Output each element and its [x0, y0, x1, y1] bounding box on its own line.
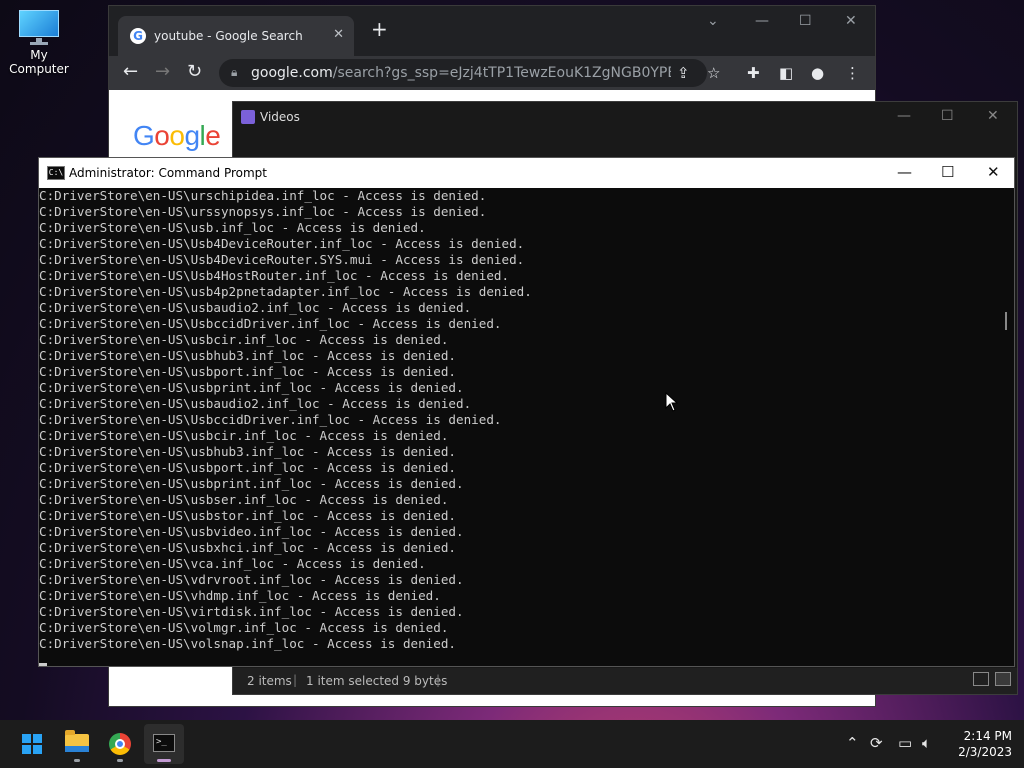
- console-line: C:DriverStore\en-US\usbcir.inf_loc - Acc…: [39, 332, 449, 347]
- console-line: C:DriverStore\en-US\usbxhci.inf_loc - Ac…: [39, 540, 457, 555]
- system-clock[interactable]: 2:14 PM 2/3/2023: [958, 728, 1012, 760]
- console-line: C:DriverStore\en-US\UsbccidDriver.inf_lo…: [39, 412, 502, 427]
- forward-icon[interactable]: →: [155, 62, 170, 82]
- cmd-titlebar: C:\ Administrator: Command Prompt — ☐ ✕: [39, 158, 1014, 188]
- console-line: C:DriverStore\en-US\volmgr.inf_loc - Acc…: [39, 620, 449, 635]
- console-line: C:DriverStore\en-US\volsnap.inf_loc - Ac…: [39, 636, 457, 651]
- chevron-up-icon[interactable]: ⌃: [846, 734, 859, 752]
- new-tab-button[interactable]: +: [371, 19, 388, 39]
- cmd-scrollbar-thumb[interactable]: [1005, 312, 1007, 330]
- extensions-icon[interactable]: ✚: [747, 64, 760, 82]
- videos-minimize-button[interactable]: —: [897, 108, 911, 124]
- console-line: C:DriverStore\en-US\Usb4DeviceRouter.SYS…: [39, 252, 525, 267]
- taskbar: >_ ⌃ ⟳ ▭ 🔈︎ 2:14 PM 2/3/2023: [0, 720, 1024, 768]
- status-selection: 1 item selected 9 bytes: [306, 674, 448, 688]
- computer-icon: [19, 10, 59, 45]
- side-panel-icon[interactable]: ◧: [779, 64, 793, 82]
- console-line: C:DriverStore\en-US\usb4p2pnetadapter.in…: [39, 284, 532, 299]
- console-line: C:DriverStore\en-US\usbprint.inf_loc - A…: [39, 380, 464, 395]
- chrome-icon: [109, 733, 131, 755]
- reload-icon[interactable]: ↻: [187, 62, 202, 82]
- url-text: google.com/search?gs_ssp=eJzj4tTP1TewzEo…: [251, 65, 671, 81]
- console-line: C:DriverStore\en-US\urssynopsys.inf_loc …: [39, 204, 487, 219]
- videos-folder-icon: [241, 110, 255, 124]
- chrome-toolbar: ← → ↻ 🔒︎ google.com/search?gs_ssp=eJzj4t…: [109, 56, 875, 90]
- console-line: C:DriverStore\en-US\vhdmp.inf_loc - Acce…: [39, 588, 441, 603]
- console-line: C:DriverStore\en-US\virtdisk.inf_loc - A…: [39, 604, 464, 619]
- profile-icon[interactable]: ●: [811, 64, 824, 82]
- tab-search-icon[interactable]: ⌄: [707, 13, 719, 29]
- cmd-maximize-button[interactable]: ☐: [941, 163, 954, 181]
- console-line: C:DriverStore\en-US\usbvideo.inf_loc - A…: [39, 524, 464, 539]
- console-cursor: [39, 663, 47, 666]
- large-icons-view-icon[interactable]: [995, 672, 1011, 686]
- share-icon[interactable]: ⇪: [677, 64, 690, 82]
- console-line: C:DriverStore\en-US\usbport.inf_loc - Ac…: [39, 460, 457, 475]
- console-line: C:DriverStore\en-US\usbport.inf_loc - Ac…: [39, 364, 457, 379]
- taskbar-terminal[interactable]: >_: [144, 724, 184, 764]
- desktop-icon-my-computer[interactable]: My Computer: [0, 8, 78, 76]
- explorer-status-bar: 2 items | 1 item selected 9 bytes |: [233, 668, 1017, 694]
- console-line: C:DriverStore\en-US\usbhub3.inf_loc - Ac…: [39, 348, 457, 363]
- videos-titlebar: Videos — ☐ ✕: [233, 102, 1017, 132]
- console-line: C:DriverStore\en-US\usbcir.inf_loc - Acc…: [39, 428, 449, 443]
- google-logo[interactable]: Google: [133, 120, 221, 152]
- cmd-minimize-button[interactable]: —: [897, 163, 912, 181]
- cmd-icon: C:\: [47, 166, 65, 180]
- details-view-icon[interactable]: [973, 672, 989, 686]
- cmd-close-button[interactable]: ✕: [987, 163, 1000, 181]
- taskbar-chrome[interactable]: [100, 724, 140, 764]
- close-button[interactable]: ✕: [845, 13, 857, 29]
- clock-time: 2:14 PM: [963, 729, 1012, 743]
- url-domain: google.com: [251, 65, 333, 81]
- status-item-count: 2 items: [247, 674, 292, 688]
- cmd-scrollbar[interactable]: [998, 188, 1014, 666]
- console-line: C:DriverStore\en-US\Usb4DeviceRouter.inf…: [39, 236, 525, 251]
- maximize-button[interactable]: ☐: [799, 13, 812, 29]
- console-line: C:DriverStore\en-US\vdrvroot.inf_loc - A…: [39, 572, 464, 587]
- videos-close-button[interactable]: ✕: [987, 108, 999, 124]
- bookmark-star-icon[interactable]: ☆: [707, 64, 720, 82]
- videos-title: Videos: [260, 110, 300, 124]
- network-icon[interactable]: ▭: [898, 734, 912, 752]
- clock-date: 2/3/2023: [958, 745, 1012, 759]
- console-line: C:DriverStore\en-US\usbhub3.inf_loc - Ac…: [39, 444, 457, 459]
- back-icon[interactable]: ←: [123, 62, 138, 82]
- tab-title: youtube - Google Search: [154, 29, 303, 43]
- console-line: C:DriverStore\en-US\usbser.inf_loc - Acc…: [39, 492, 449, 507]
- sync-icon[interactable]: ⟳: [870, 734, 883, 752]
- command-prompt-window: C:\ Administrator: Command Prompt — ☐ ✕ …: [38, 157, 1015, 667]
- console-line: C:DriverStore\en-US\usbaudio2.inf_loc - …: [39, 396, 472, 411]
- minimize-button[interactable]: —: [755, 13, 769, 29]
- url-path: /search?gs_ssp=eJzj4tTP1TewzEouK1ZgNGB0Y…: [332, 65, 671, 81]
- console-line: C:DriverStore\en-US\UsbccidDriver.inf_lo…: [39, 316, 502, 331]
- windows-logo-icon: [22, 734, 42, 754]
- console-output[interactable]: C:DriverStore\en-US\urschipidea.inf_loc …: [39, 188, 998, 666]
- lock-icon[interactable]: 🔒︎: [231, 65, 237, 80]
- folder-icon: [65, 730, 89, 752]
- console-line: C:DriverStore\en-US\usb.inf_loc - Access…: [39, 220, 426, 235]
- chrome-tab[interactable]: G youtube - Google Search ✕: [118, 16, 354, 56]
- terminal-icon: >_: [153, 734, 175, 752]
- console-line: C:DriverStore\en-US\usbstor.inf_loc - Ac…: [39, 508, 457, 523]
- menu-icon[interactable]: ⋮: [845, 64, 860, 82]
- console-line: C:DriverStore\en-US\urschipidea.inf_loc …: [39, 188, 487, 203]
- google-favicon-icon: G: [130, 28, 146, 44]
- volume-icon[interactable]: 🔈︎: [922, 734, 931, 752]
- console-line: C:DriverStore\en-US\usbaudio2.inf_loc - …: [39, 300, 472, 315]
- desktop-icon-label: My Computer: [9, 48, 69, 76]
- start-button[interactable]: [12, 724, 52, 764]
- console-line: C:DriverStore\en-US\Usb4HostRouter.inf_l…: [39, 268, 510, 283]
- address-bar[interactable]: 🔒︎ google.com/search?gs_ssp=eJzj4tTP1Tew…: [219, 59, 707, 87]
- chrome-tab-strip: G youtube - Google Search ✕ + ⌄ — ☐ ✕: [109, 6, 875, 56]
- videos-maximize-button[interactable]: ☐: [941, 108, 954, 124]
- tab-close-icon[interactable]: ✕: [333, 27, 344, 42]
- cmd-title: Administrator: Command Prompt: [69, 166, 267, 180]
- console-line: C:DriverStore\en-US\vca.inf_loc - Access…: [39, 556, 426, 571]
- taskbar-file-explorer[interactable]: [57, 724, 97, 764]
- console-line: C:DriverStore\en-US\usbprint.inf_loc - A…: [39, 476, 464, 491]
